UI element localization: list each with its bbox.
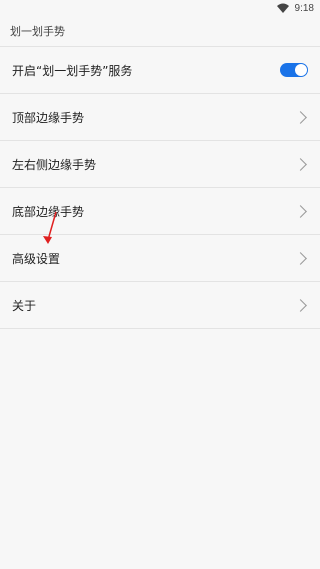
chevron-right-icon: [294, 204, 307, 218]
setting-row-advanced[interactable]: 高级设置: [0, 235, 320, 282]
setting-label: 左右侧边缘手势: [12, 157, 97, 172]
chevron-right-icon: [294, 157, 307, 171]
chevron-right-icon: [294, 251, 307, 265]
setting-label: 关于: [12, 298, 37, 313]
status-bar: 9:18: [0, 0, 320, 16]
setting-label: 高级设置: [12, 251, 61, 266]
setting-row-about[interactable]: 关于: [0, 282, 320, 329]
service-toggle[interactable]: [280, 63, 308, 77]
settings-list: 开启“划一划手势”服务 顶部边缘手势 左右侧边缘手势 底部边缘手势 高级设置 关…: [0, 46, 320, 329]
toggle-knob: [295, 64, 307, 76]
setting-label: 底部边缘手势: [12, 204, 85, 219]
page-title-text: 划一划手势: [10, 25, 65, 38]
setting-label: 顶部边缘手势: [12, 110, 85, 125]
wifi-icon: [276, 3, 289, 13]
page-title: 划一划手势: [0, 16, 320, 46]
setting-label: 开启“划一划手势”服务: [12, 63, 133, 78]
setting-row-bottom-edge[interactable]: 底部边缘手势: [0, 188, 320, 235]
setting-row-enable-service[interactable]: 开启“划一划手势”服务: [0, 47, 320, 94]
setting-row-top-edge[interactable]: 顶部边缘手势: [0, 94, 320, 141]
setting-row-side-edges[interactable]: 左右侧边缘手势: [0, 141, 320, 188]
chevron-right-icon: [294, 298, 307, 312]
chevron-right-icon: [294, 110, 307, 124]
clock: 9:18: [294, 2, 314, 14]
